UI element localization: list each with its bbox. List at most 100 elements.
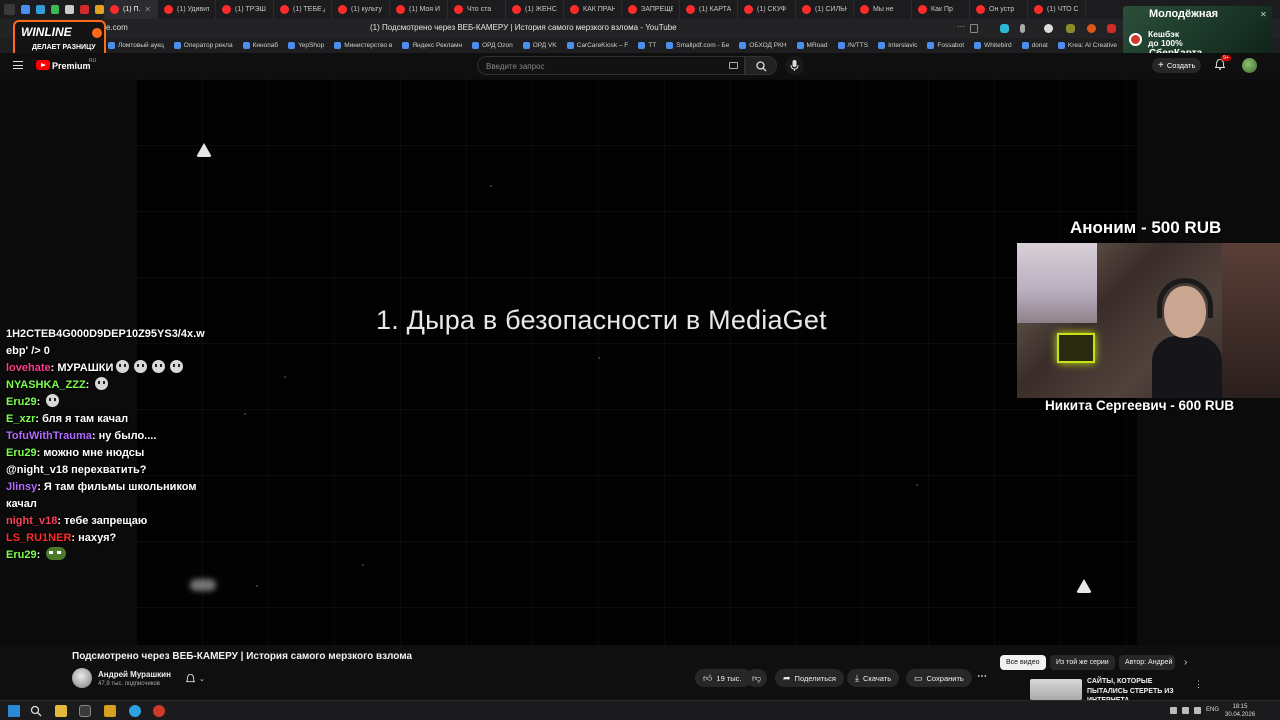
more-actions-icon[interactable]: ⋯ [974,670,990,686]
bookmark-item[interactable]: Кинопаб [239,42,284,49]
tray-chevron-icon[interactable] [1170,707,1177,714]
save-button[interactable]: ▭ Сохранить [906,669,972,687]
bookmark-item[interactable]: Whitebird [970,42,1017,49]
bookmark-item[interactable]: /N/TTS [834,42,875,49]
chevron-right-icon[interactable]: › [1184,657,1187,668]
pinned-tab-icon[interactable] [20,5,30,14]
extension-icon[interactable] [1107,24,1116,33]
search-icon [756,61,767,72]
voice-search-button[interactable] [785,56,804,75]
bookmark-item[interactable]: Оператор рекла [170,42,239,49]
browser-tab[interactable]: (1) культу [332,0,390,19]
more-icon[interactable]: ⋯ [957,22,969,34]
browser-tab[interactable]: (1) ЧТО С [1028,0,1086,19]
create-button[interactable]: + Создать [1152,58,1202,73]
video-player[interactable]: 1. Дыра в безопасности в MediaGet 1H2CTE… [0,79,1280,645]
bookmark-item[interactable]: MRoad [793,42,834,49]
language-indicator[interactable]: ENG [1206,707,1219,713]
close-icon[interactable]: ✕ [1260,10,1267,19]
yandex-browser-icon[interactable] [79,705,91,717]
pinned-tab-icon[interactable] [65,5,75,14]
browser-tab[interactable]: Как Пр [912,0,970,19]
youtube-premium-label[interactable]: Premium [52,61,91,71]
youtube-favicon-icon [628,5,637,14]
download-button[interactable]: ⤓ Скачать [847,669,900,687]
tab-label: (1) СИЛЬН [815,6,847,13]
browser-tab[interactable]: (1) ЖЕНСК [506,0,564,19]
bookmark-item[interactable]: Ломтовый аукц [104,42,170,49]
extension-icon[interactable] [1044,24,1053,33]
share-button[interactable]: ➦ Поделиться [775,669,844,687]
extension-icon[interactable] [1020,24,1025,33]
browser-tab[interactable]: Что ста [448,0,506,19]
bookmark-item[interactable]: Яндекс Рекламн [398,42,468,49]
pinned-tab-icon[interactable] [35,5,45,14]
window-menu-icon[interactable] [4,4,15,15]
search-button[interactable] [745,56,777,75]
bookmark-item[interactable]: TT [634,42,662,49]
recommended-menu-icon[interactable]: ⋮ [1194,679,1203,690]
bookmark-item[interactable]: Fossabot [923,42,970,49]
bookmark-item[interactable]: ОБХОД РКН [735,42,792,49]
hamburger-menu-icon[interactable] [13,61,23,69]
channel-name[interactable]: Андрей Мурашкин [98,670,171,679]
bookmark-icon[interactable] [970,24,978,33]
browser-tab[interactable]: (1) ТЕБЕ Д [274,0,332,19]
network-icon[interactable] [1182,707,1189,714]
bookmark-favicon-icon [288,42,296,49]
chip-author[interactable]: Автор: Андрей [1119,655,1175,670]
browser-tab[interactable]: (1) КАРТА [680,0,738,19]
browser-tab[interactable]: (1) ТРЭШ [216,0,274,19]
file-explorer-icon[interactable] [55,705,67,717]
dislike-button[interactable]: 👎︎ [746,669,768,687]
url-text[interactable]: e.com [106,23,128,32]
bookmark-item[interactable]: Interslavic [874,42,923,49]
bookmark-item[interactable]: donat [1018,42,1054,49]
pinned-tab-icon[interactable] [95,5,104,14]
recommended-thumbnail[interactable] [1030,679,1082,700]
bookmark-item[interactable]: CarCareKiosk – F [563,42,635,49]
search-input[interactable] [486,60,716,72]
browser-tab[interactable]: Он устр [970,0,1028,19]
bookmark-item[interactable]: ОРД Ozon [468,42,519,49]
bookmark-item[interactable]: ОРД VK [519,42,563,49]
browser-tab[interactable]: (1) СИЛЬН [796,0,854,19]
tab-bar-left-icons [0,0,104,19]
extension-icon[interactable] [1087,24,1096,33]
youtube-favicon-icon [222,5,231,14]
extension-icon[interactable] [1000,24,1009,33]
keyboard-icon[interactable] [729,62,738,69]
youtube-logo-icon[interactable] [36,60,50,70]
volume-icon[interactable] [1194,707,1201,714]
bookmark-item[interactable]: Smallpdf.com - Бе [662,42,735,49]
app-icon[interactable] [104,705,116,717]
browser-tab[interactable]: Мы не [854,0,912,19]
clock[interactable]: 18:15 30.04.2026 [1225,703,1255,719]
browser-tab[interactable]: ЗАПРЕЩЕ [622,0,680,19]
bookmark-label: ОРД Ozon [482,42,513,49]
pinned-tab-icon[interactable] [50,5,60,14]
subscription-bell-button[interactable]: ⌄ [180,670,211,687]
browser-tab[interactable]: (1) Удивит [158,0,216,19]
extension-icon[interactable] [1066,24,1075,33]
browser-tab[interactable]: КАК ПРАН [564,0,622,19]
telegram-icon[interactable] [129,705,141,717]
like-button[interactable]: 👍︎ 19 тыс. [695,669,752,687]
close-tab-icon[interactable]: ✕ [144,5,151,14]
search-icon[interactable] [30,705,42,717]
browser-tab[interactable]: (1) Моя И [390,0,448,19]
bookmark-item[interactable]: Министерство в [330,42,398,49]
bookmark-favicon-icon [1057,42,1065,49]
channel-avatar[interactable] [72,668,92,688]
bookmark-item[interactable]: Krea: AI Creative [1054,42,1123,49]
browser-tab[interactable]: (1) П...✕ [104,0,158,19]
start-windows-icon[interactable] [8,705,20,717]
pinned-tab-icon[interactable] [80,5,90,14]
browser-tab[interactable]: (1) СКУФ [738,0,796,19]
account-avatar[interactable] [1242,58,1257,73]
chip-all-videos[interactable]: Все видео [1000,655,1046,670]
bookmark-item[interactable]: YepShop [284,42,330,49]
video-frame[interactable] [136,79,1137,645]
obs-icon[interactable] [153,705,165,717]
chip-same-series[interactable]: Из той же серии [1050,655,1115,670]
